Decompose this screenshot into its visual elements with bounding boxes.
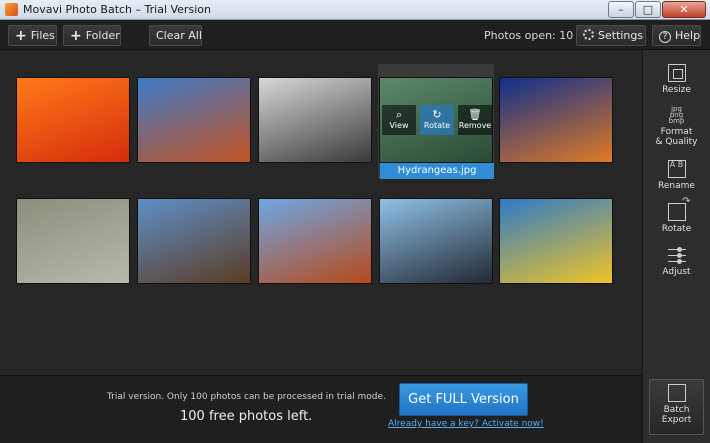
batch-label: Batch [663, 405, 690, 415]
rotate-icon: ↻ [432, 108, 442, 121]
add-files-button[interactable]: + Files [8, 25, 57, 46]
window-controls: – □ ✕ [607, 1, 706, 18]
batch-export-button[interactable]: Batch Export [649, 379, 704, 435]
trial-footer: Trial version. Only 100 photos can be pr… [0, 375, 642, 443]
title-bar: Movavi Photo Batch – Trial Version – □ ✕ [0, 0, 710, 20]
adjust-tool[interactable]: Adjust [643, 246, 710, 277]
photo-thumbnail[interactable] [137, 77, 251, 163]
export-icon [667, 384, 686, 402]
rotate-icon [667, 196, 691, 221]
photo-thumbnail[interactable] [16, 77, 130, 163]
trash-icon: 🗑 [468, 108, 482, 121]
get-full-version-button[interactable]: Get FULL Version [399, 383, 528, 416]
resize-label: Resize [662, 85, 691, 95]
minimize-button[interactable]: – [608, 1, 634, 18]
export-label: Export [661, 415, 692, 425]
free-photos-left: 100 free photos left. [180, 409, 313, 424]
close-button[interactable]: ✕ [662, 1, 706, 18]
zoom-icon: ⌕ [395, 108, 403, 121]
adjust-label: Adjust [662, 267, 691, 277]
add-folder-label: Folder [85, 29, 120, 42]
thumbnail-actions: ⌕ View ↻ Rotate 🗑 Remove [380, 105, 494, 135]
photo-thumbnail[interactable] [499, 198, 613, 284]
settings-label: Settings [598, 29, 644, 42]
tools-panel: Resize jpg png bmp Format & Quality A B Re… [642, 50, 710, 443]
sliders-icon [667, 246, 686, 264]
photo-thumbnail[interactable] [379, 198, 493, 284]
format-icon: jpg png bmp [668, 105, 685, 125]
selected-filename: Hydrangeas.jpg [380, 163, 494, 179]
remove-label: Remove [458, 121, 492, 130]
resize-tool[interactable]: Resize [643, 64, 710, 95]
app-icon [5, 3, 18, 16]
photo-grid: ⌕ View ↻ Rotate 🗑 Remove Hydrangeas.jpg [0, 50, 642, 375]
gear-icon [583, 29, 594, 40]
resize-icon [667, 64, 686, 82]
rename-icon: A B [667, 160, 686, 178]
format-quality-tool[interactable]: jpg png bmp Format & Quality [643, 105, 710, 148]
rotate-button[interactable]: ↻ Rotate [420, 105, 454, 135]
format-label: Format [660, 127, 693, 137]
photo-thumbnail-selected[interactable]: ⌕ View ↻ Rotate 🗑 Remove Hydrangeas.jpg [379, 77, 494, 179]
trial-message: Trial version. Only 100 photos can be pr… [107, 392, 386, 402]
rotate-tool[interactable]: Rotate [643, 196, 710, 234]
window-title: Movavi Photo Batch – Trial Version [23, 3, 211, 16]
maximize-button[interactable]: □ [635, 1, 661, 18]
help-button[interactable]: ? Help [652, 25, 701, 46]
rotate-label: Rotate [423, 121, 451, 130]
photo-thumbnail[interactable] [499, 77, 613, 163]
toolbar: + Files + Folder Clear All Photos open: 10… [0, 20, 710, 50]
rename-label: Rename [658, 181, 695, 191]
plus-icon: + [70, 28, 82, 44]
help-icon: ? [659, 31, 671, 43]
photo-thumbnail[interactable] [258, 77, 372, 163]
rotate-label: Rotate [661, 224, 692, 234]
plus-icon: + [15, 28, 27, 44]
quality-label: & Quality [655, 137, 698, 147]
clear-all-button[interactable]: Clear All [149, 25, 202, 46]
view-button[interactable]: ⌕ View [382, 105, 416, 135]
help-label: Help [675, 29, 701, 42]
photos-open-count: Photos open: 10 [484, 29, 574, 42]
photo-thumbnail[interactable] [258, 198, 372, 284]
photo-thumbnail[interactable] [137, 198, 251, 284]
rename-tool[interactable]: A B Rename [643, 160, 710, 191]
remove-button[interactable]: 🗑 Remove [458, 105, 492, 135]
photo-thumbnail[interactable] [16, 198, 130, 284]
settings-button[interactable]: Settings [576, 25, 646, 46]
add-folder-button[interactable]: + Folder [63, 25, 121, 46]
add-files-label: Files [30, 29, 55, 42]
view-label: View [389, 121, 409, 130]
activate-link[interactable]: Already have a key? Activate now! [388, 419, 544, 429]
